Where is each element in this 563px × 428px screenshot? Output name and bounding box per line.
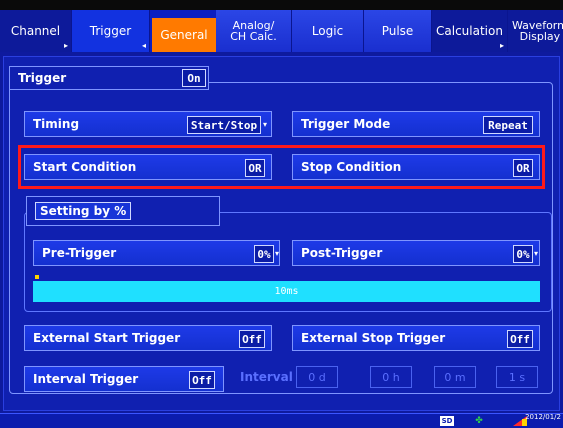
tab-trigger[interactable]: Trigger ◂	[72, 10, 150, 52]
pre-trigger-row[interactable]: Pre-Trigger 0% ▾	[33, 240, 280, 266]
external-start-trigger-value[interactable]: Off	[239, 330, 265, 348]
tab-waveform-display[interactable]: Waveform Display	[508, 10, 563, 52]
tab-pulse-label: Pulse	[381, 24, 414, 38]
network-icon: ✤	[475, 416, 483, 426]
tab-logic[interactable]: Logic	[292, 10, 364, 52]
timing-value[interactable]: Start/Stop	[187, 116, 261, 134]
tab-general-label: General	[160, 28, 208, 42]
tab-channel-label: Channel	[10, 24, 61, 38]
trigger-value[interactable]: On	[182, 69, 206, 87]
dropdown-arrow-icon: ▾	[263, 120, 268, 129]
interval-hours-input[interactable]: 0 h	[370, 366, 412, 388]
time-bar-label: 10ms	[274, 286, 299, 297]
sd-card-label: SD	[441, 417, 453, 425]
tab-calculation[interactable]: Calculation ▸	[432, 10, 508, 52]
pre-trigger-marker	[35, 275, 39, 279]
trigger-mode-value[interactable]: Repeat	[483, 116, 533, 134]
tab-analog-ch-calc[interactable]: Analog/ CH Calc.	[216, 10, 292, 52]
tab-waveform-display-label: Waveform Display	[512, 19, 563, 43]
trigger-row[interactable]: Trigger On	[9, 66, 209, 90]
external-start-trigger-row[interactable]: External Start Trigger Off	[24, 325, 272, 351]
setting-by-percent-label[interactable]: Setting by %	[35, 202, 132, 220]
status-date: 2012/01/2	[525, 413, 561, 421]
interval-label: Interval	[240, 370, 293, 384]
tab-pulse[interactable]: Pulse	[364, 10, 432, 52]
expand-arrow-icon: ▸	[499, 41, 504, 50]
external-stop-trigger-label: External Stop Trigger	[301, 331, 446, 345]
top-bar	[0, 0, 563, 10]
interval-trigger-value[interactable]: Off	[189, 371, 215, 389]
sd-card-icon: SD	[440, 416, 454, 426]
timing-label: Timing	[33, 117, 80, 131]
expand-arrow-icon: ◂	[141, 41, 146, 50]
post-trigger-value[interactable]: 0%	[513, 245, 533, 263]
interval-trigger-label: Interval Trigger	[33, 372, 139, 386]
external-stop-trigger-row[interactable]: External Stop Trigger Off	[292, 325, 540, 351]
tab-logic-label: Logic	[311, 24, 344, 38]
interval-minutes-input[interactable]: 0 m	[434, 366, 476, 388]
pre-trigger-label: Pre-Trigger	[42, 246, 117, 260]
setting-by-percent-row[interactable]: Setting by %	[26, 196, 220, 226]
dropdown-arrow-icon: ▾	[534, 249, 539, 258]
pre-trigger-value[interactable]: 0%	[254, 245, 274, 263]
dropdown-arrow-icon: ▾	[275, 249, 280, 258]
expand-arrow-icon: ▸	[63, 41, 68, 50]
tab-channel[interactable]: Channel ▸	[0, 10, 72, 52]
interval-days-input[interactable]: 0 d	[296, 366, 338, 388]
post-trigger-label: Post-Trigger	[301, 246, 383, 260]
tab-trigger-label: Trigger	[89, 24, 132, 38]
tab-analog-ch-calc-label: Analog/ CH Calc.	[230, 19, 277, 43]
timing-row[interactable]: Timing Start/Stop ▾	[24, 111, 272, 137]
time-bar: 10ms	[33, 281, 540, 302]
interval-seconds-input[interactable]: 1 s	[496, 366, 538, 388]
trigger-label: Trigger	[18, 71, 67, 85]
external-stop-trigger-value[interactable]: Off	[507, 330, 533, 348]
interval-trigger-row[interactable]: Interval Trigger Off	[24, 366, 224, 392]
tab-general[interactable]: General	[152, 18, 216, 52]
highlight-frame	[18, 145, 545, 189]
tab-calculation-label: Calculation	[436, 24, 503, 38]
external-start-trigger-label: External Start Trigger	[33, 331, 181, 345]
post-trigger-row[interactable]: Post-Trigger 0% ▾	[292, 240, 540, 266]
trigger-mode-row[interactable]: Trigger Mode Repeat	[292, 111, 540, 137]
trigger-mode-label: Trigger Mode	[301, 117, 391, 131]
